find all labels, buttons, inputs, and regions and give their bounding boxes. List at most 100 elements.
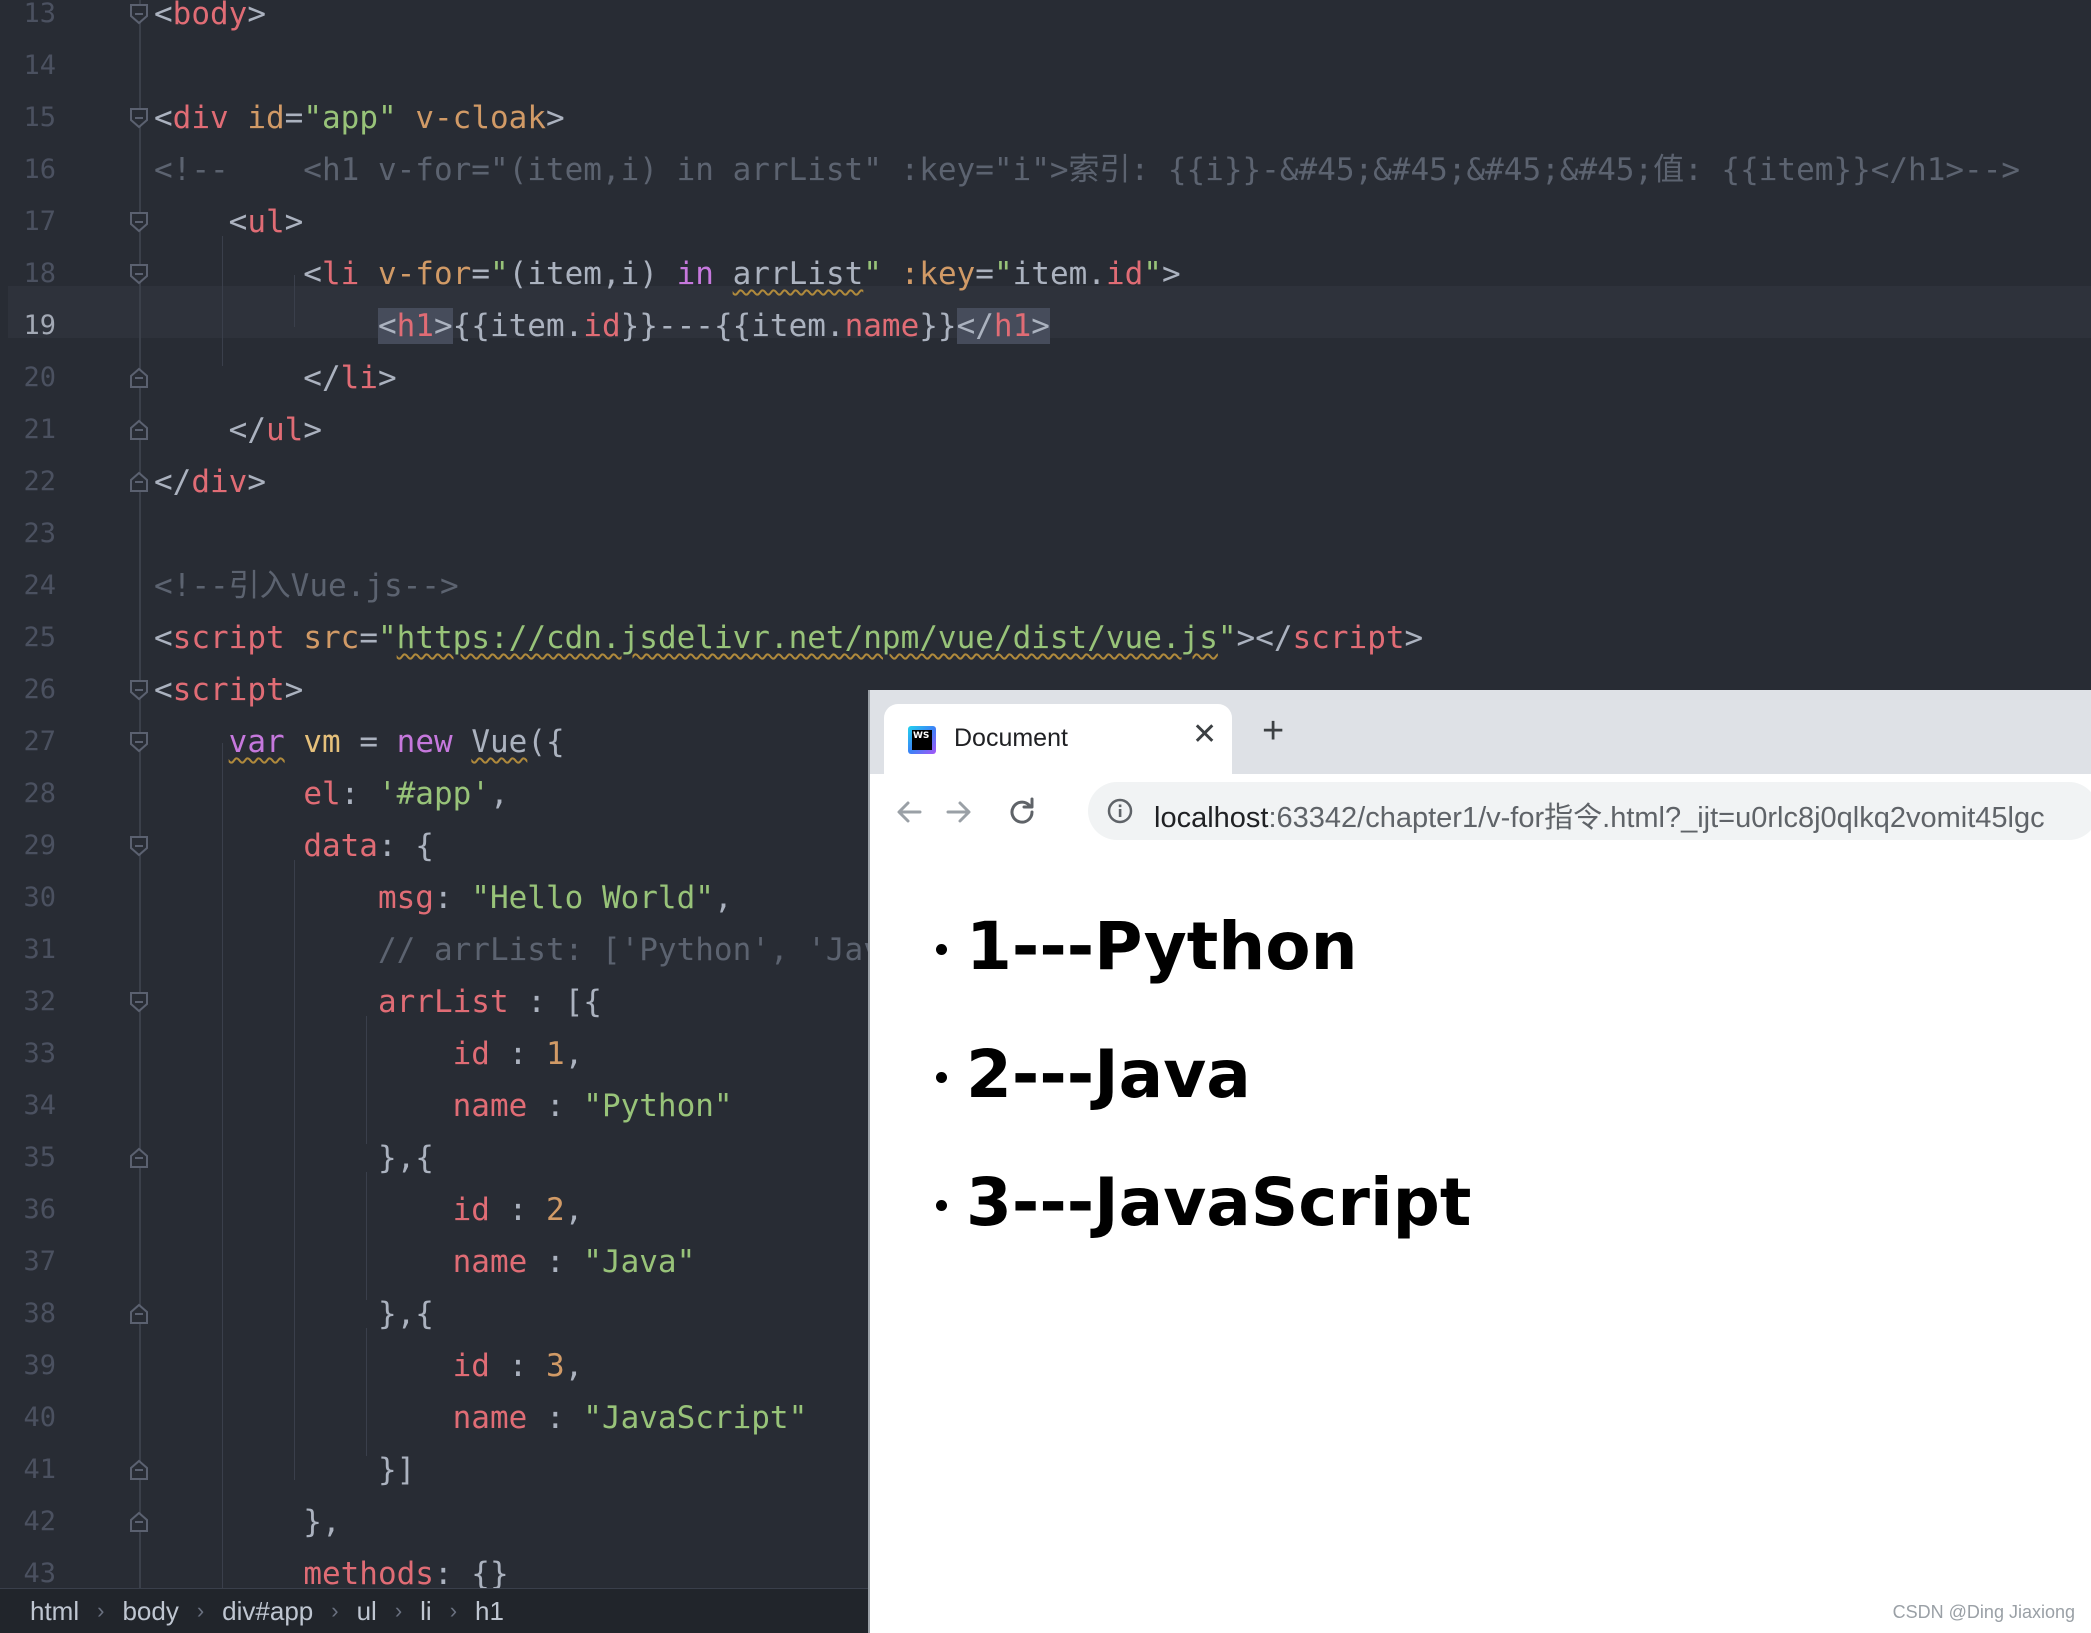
fold-close-icon[interactable] (128, 366, 150, 390)
code-token: , (564, 1348, 584, 1384)
page-content: 1---Python 2---Java 3---JavaScript (870, 850, 2091, 1633)
url-path: :63342/chapter1/v-for指令.html?_ijt=u0rlc8… (1268, 802, 2045, 834)
url-text[interactable]: localhost:63342/chapter1/v-for指令.html?_i… (1154, 794, 2045, 836)
code-token: > (1404, 620, 1424, 656)
fold-close-icon[interactable] (128, 1302, 150, 1326)
breadcrumb-body[interactable]: body (120, 1596, 180, 1627)
info-icon[interactable] (1104, 795, 1136, 827)
line-number: 16 (23, 154, 56, 185)
fold-open-icon[interactable] (128, 262, 150, 286)
code-token: arrList (377, 984, 509, 1020)
code-token: data (303, 828, 378, 864)
code-token: > (247, 464, 266, 500)
code-token: "JavaScript" (583, 1400, 808, 1436)
fold-close-icon[interactable] (128, 1510, 150, 1534)
code-line[interactable]: id : 1, (154, 1028, 584, 1080)
url-host: localhost (1154, 802, 1269, 834)
code-line[interactable]: <!-- <h1 v-for="(item,i) in arrList" :ke… (154, 144, 2020, 196)
code-token: : (489, 1348, 546, 1384)
code-line[interactable]: var vm = new Vue({ (154, 716, 565, 768)
code-line[interactable]: },{ (154, 1132, 434, 1184)
code-line[interactable]: name : "Java" (154, 1236, 696, 1288)
tab-document[interactable]: WS Document ✕ (884, 704, 1232, 774)
code-line[interactable]: <!--引入Vue.js--> (154, 560, 459, 612)
line-number: 40 (23, 1402, 56, 1433)
address-bar[interactable]: localhost:63342/chapter1/v-for指令.html?_i… (1088, 782, 2091, 840)
code-token: id (1105, 256, 1144, 292)
code-token: },{ (154, 1296, 434, 1332)
code-line[interactable]: </div> (154, 456, 266, 508)
code-line[interactable]: <script src="https://cdn.jsdelivr.net/np… (154, 612, 1423, 664)
code-line[interactable]: <li v-for="(item,i) in arrList" :key="it… (154, 248, 1180, 300)
fold-open-icon[interactable] (128, 678, 150, 702)
code-line[interactable]: id : 2, (154, 1184, 584, 1236)
code-token: {{item. (452, 308, 584, 344)
code-line[interactable]: // arrList: ['Python', 'Java (154, 924, 901, 976)
code-token: vm (303, 724, 341, 760)
breadcrumb-html[interactable]: html (28, 1596, 81, 1627)
code-line[interactable]: </li> (154, 352, 396, 404)
code-token: id (452, 1348, 490, 1384)
browser-window: WS Document ✕ + localhost:63342/chapter1… (868, 690, 2091, 1633)
new-tab-button[interactable]: + (1262, 712, 1284, 750)
fold-close-icon[interactable] (128, 1458, 150, 1482)
code-token: = (975, 256, 994, 292)
back-arrow-icon[interactable] (890, 792, 930, 832)
code-line[interactable]: name : "JavaScript" (154, 1392, 808, 1444)
code-token: }} (919, 308, 957, 344)
code-token: < (154, 100, 173, 136)
code-line[interactable]: },{ (154, 1288, 434, 1340)
tab-strip: WS Document ✕ + (870, 690, 2091, 774)
reload-icon[interactable] (1002, 792, 1042, 832)
code-line[interactable]: arrList : [{ (154, 976, 602, 1028)
close-icon[interactable]: ✕ (1192, 720, 1217, 750)
code-line[interactable]: id : 3, (154, 1340, 584, 1392)
breadcrumb-ul[interactable]: ul (355, 1596, 379, 1627)
code-token: </ (154, 412, 266, 448)
fold-open-icon[interactable] (128, 210, 150, 234)
line-number: 18 (23, 258, 56, 289)
fold-close-icon[interactable] (128, 1146, 150, 1170)
fold-open-icon[interactable] (128, 730, 150, 754)
breadcrumb-div-app[interactable]: div#app (220, 1596, 315, 1627)
line-number: 31 (23, 934, 56, 965)
breadcrumb-h1[interactable]: h1 (473, 1596, 506, 1627)
code-token: script (172, 672, 285, 708)
fold-open-icon[interactable] (128, 834, 150, 858)
code-line[interactable]: <h1>{{item.id}}---{{item.name}}</h1> (154, 300, 1050, 352)
code-line[interactable]: </ul> (154, 404, 322, 456)
code-token: " (378, 620, 397, 656)
fold-close-icon[interactable] (128, 418, 150, 442)
code-line[interactable]: <body> (154, 0, 266, 40)
code-token: script (172, 620, 285, 656)
code-line[interactable]: }] (154, 1444, 415, 1496)
watermark: CSDN @Ding Jiaxiong (1892, 1602, 2075, 1622)
code-line[interactable]: el: '#app', (154, 768, 508, 820)
fold-open-icon[interactable] (128, 2, 150, 26)
code-line[interactable]: <ul> (154, 196, 304, 248)
fold-close-icon[interactable] (128, 470, 150, 494)
fold-open-icon[interactable] (128, 106, 150, 130)
code-line[interactable]: data: { (154, 820, 434, 872)
code-line[interactable]: <div id="app" v-cloak> (154, 92, 565, 144)
fold-open-icon[interactable] (128, 990, 150, 1014)
code-line[interactable]: }, (154, 1496, 340, 1548)
line-number: 30 (23, 882, 56, 913)
code-token: name (452, 1088, 528, 1124)
code-token: = (284, 100, 304, 136)
code-line[interactable]: name : "Python" (154, 1080, 733, 1132)
code-token: https://cdn.jsdelivr.net/npm/vue/dist/vu… (396, 620, 1218, 656)
fold-gutter-line (139, 0, 141, 1588)
code-token: : { (377, 828, 434, 864)
code-line[interactable]: <script> (154, 664, 303, 716)
code-line[interactable]: msg: "Hello World", (154, 872, 733, 924)
code-token: : (527, 1400, 584, 1436)
forward-arrow-icon[interactable] (938, 792, 978, 832)
bullet (936, 1072, 947, 1083)
breadcrumb-li[interactable]: li (418, 1596, 434, 1627)
